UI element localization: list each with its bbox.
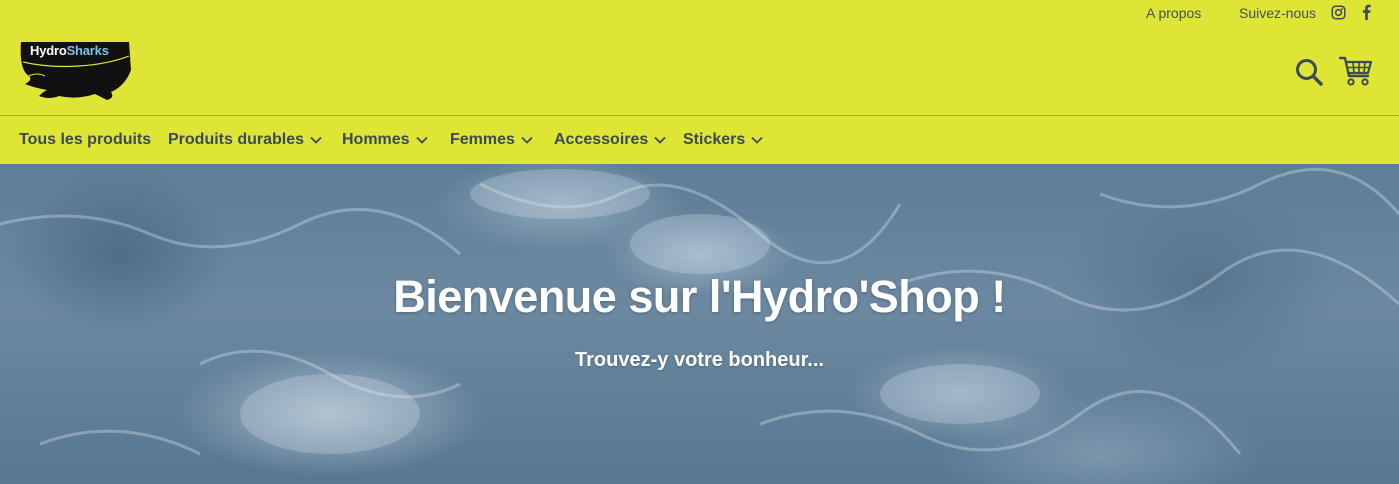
hero-title: Bienvenue sur l'Hydro'Shop ! (393, 271, 1006, 322)
nav-item-stickers[interactable]: Stickers (683, 131, 763, 149)
nav-item-label: Accessoires (554, 131, 649, 148)
nav-item-label: Produits durables (168, 131, 305, 148)
nav-item-label: Stickers (683, 131, 746, 148)
chevron-down-icon (415, 136, 428, 144)
follow-us-label: Suivez-nous (1239, 5, 1317, 21)
hero-banner: Bienvenue sur l'Hydro'Shop ! Trouvez-y v… (0, 164, 1399, 484)
nav-item-all-products[interactable]: Tous les produits (19, 131, 151, 149)
chevron-down-icon (521, 136, 533, 144)
cart-icon[interactable] (1339, 55, 1373, 87)
nav-item-women[interactable]: Femmes (450, 131, 533, 149)
nav-item-label: Femmes (450, 131, 515, 148)
chevron-down-icon (654, 136, 666, 144)
logo-text-hydro: Hydro (30, 43, 67, 58)
main-nav: Tous les produits Produits durables Homm… (0, 116, 1399, 164)
nav-item-label: Tous les produits (19, 131, 152, 148)
logo-wordmark: HydroSharks (19, 40, 131, 62)
search-icon[interactable] (1294, 57, 1324, 87)
chevron-down-icon (751, 136, 763, 144)
logo-text-sharks: Sharks (66, 43, 109, 58)
ocean-background-image (0, 168, 1399, 456)
hero-subtitle: Trouvez-y votre bonheur... (575, 349, 824, 371)
facebook-icon[interactable] (1362, 4, 1371, 20)
nav-item-accessories[interactable]: Accessoires (554, 131, 666, 149)
nav-item-sustainable-products[interactable]: Produits durables (168, 131, 322, 149)
chevron-down-icon (310, 136, 322, 144)
nav-item-label: Hommes (342, 131, 410, 148)
nav-item-men[interactable]: Hommes (342, 131, 428, 149)
top-bar: A propos Suivez-nous (0, 0, 1399, 28)
instagram-icon[interactable] (1331, 5, 1346, 20)
about-link[interactable]: A propos (1146, 5, 1201, 21)
hydrosharks-logo[interactable]: HydroSharks (19, 40, 133, 102)
